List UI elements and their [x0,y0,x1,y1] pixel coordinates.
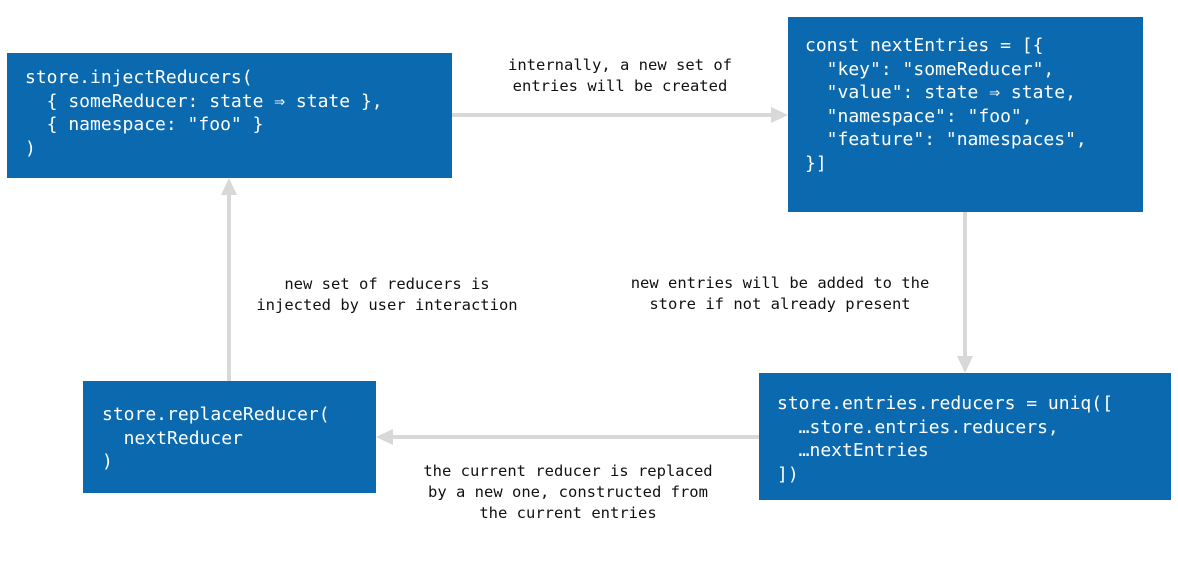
store-entries-code: store.entries.reducers = uniq([ …store.e… [777,392,1171,486]
code-line: …store.entries.reducers, [777,416,1059,438]
caption-line: new entries will be added to the [630,274,930,292]
caption-line: internally, a new set of [508,56,732,74]
caption-line: injected by user interaction [256,296,518,314]
code-line: { namespace: "foo" } [25,114,264,135]
caption-user-interaction: new set of reducers is injected by user … [230,274,544,316]
code-line: store.replaceReducer( [102,404,330,425]
inject-reducers-box: store.injectReducers( { someReducer: sta… [7,53,452,178]
code-line: nextReducer [102,427,243,449]
caption-line: entries will be created [512,77,728,95]
next-entries-code: const nextEntries = [{ "key": "someReduc… [805,34,1143,175]
caption-reducer-replaced: the current reducer is replaced by a new… [388,461,748,524]
caption-line: the current entries [479,504,657,522]
caption-entries-added: new entries will be added to the store i… [585,273,975,315]
replace-reducer-box: store.replaceReducer( nextReducer ) [83,381,376,493]
code-line: ) [25,137,36,159]
caption-line: by a new one, constructed from [428,483,708,501]
code-line: …nextEntries [777,440,929,461]
caption-line: store if not already present [649,295,911,313]
next-entries-box: const nextEntries = [{ "key": "someReduc… [788,17,1143,212]
flow-diagram: store.injectReducers( { someReducer: sta… [0,0,1178,565]
code-line: "namespace": "foo", [805,105,1033,127]
code-line: ) [102,451,113,472]
code-line: { someReducer: state ⇒ state }, [25,90,383,112]
code-line: "value": state ⇒ state, [805,82,1076,103]
caption-entries-created: internally, a new set of entries will be… [470,55,770,97]
arrow-inject-to-entries [452,107,788,123]
inject-reducers-code: store.injectReducers( { someReducer: sta… [25,66,452,160]
caption-line: the current reducer is replaced [423,462,713,480]
code-line: "key": "someReducer", [805,58,1055,80]
arrow-store-to-replace [376,429,759,445]
code-line: const nextEntries = [{ [805,35,1044,56]
replace-reducer-code: store.replaceReducer( nextReducer ) [102,403,376,474]
code-line: }] [805,152,827,174]
code-line: store.injectReducers( [25,67,253,88]
code-line: "feature": "namespaces", [805,129,1087,150]
code-line: store.entries.reducers = uniq([ [777,393,1113,414]
store-entries-box: store.entries.reducers = uniq([ …store.e… [759,373,1171,500]
caption-line: new set of reducers is [284,275,490,293]
code-line: ]) [777,463,799,485]
